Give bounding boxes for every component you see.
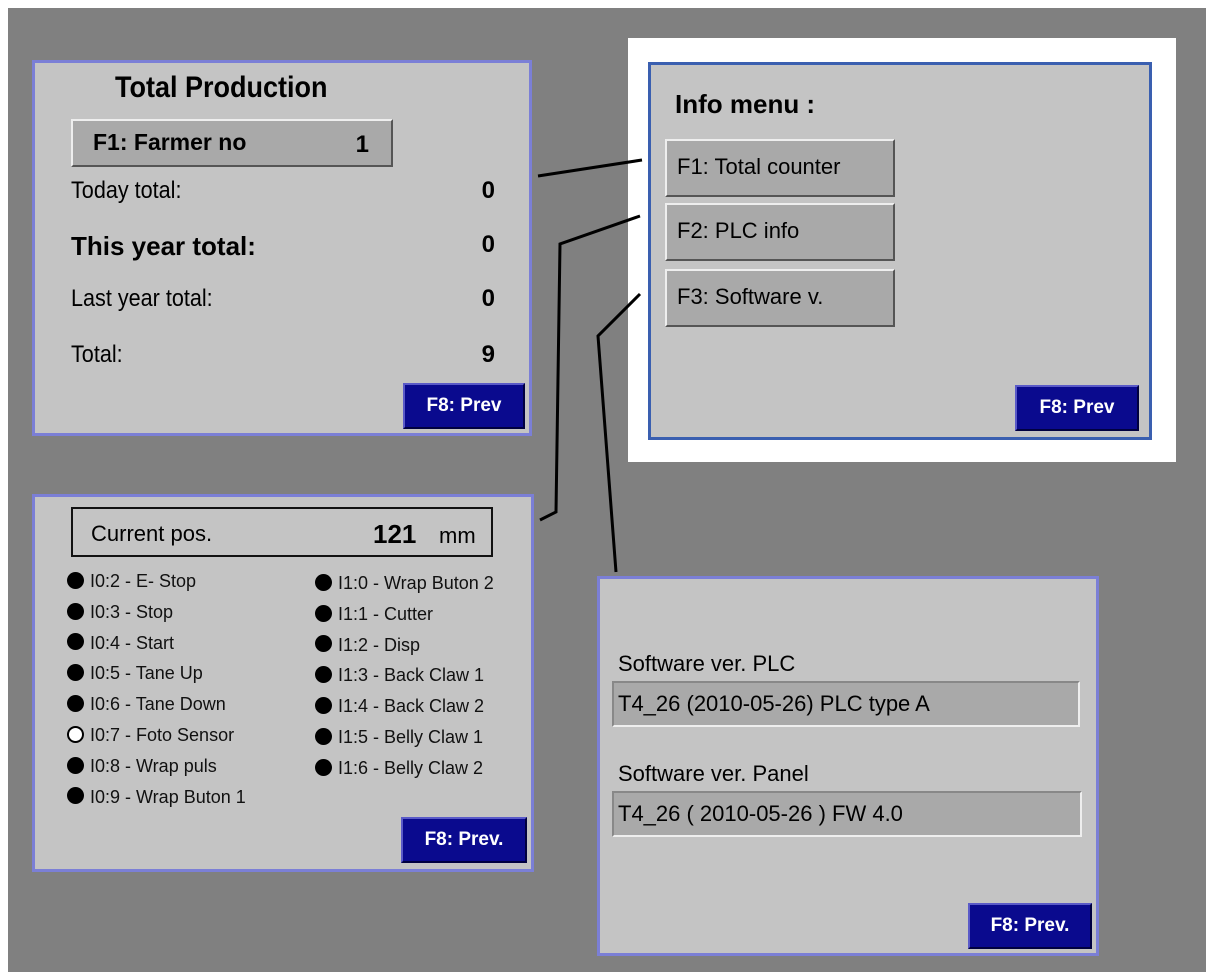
connector-total-counter <box>537 158 643 178</box>
connector-lines <box>537 158 643 573</box>
connector-software <box>596 292 642 573</box>
connector-plc-info <box>539 214 641 522</box>
